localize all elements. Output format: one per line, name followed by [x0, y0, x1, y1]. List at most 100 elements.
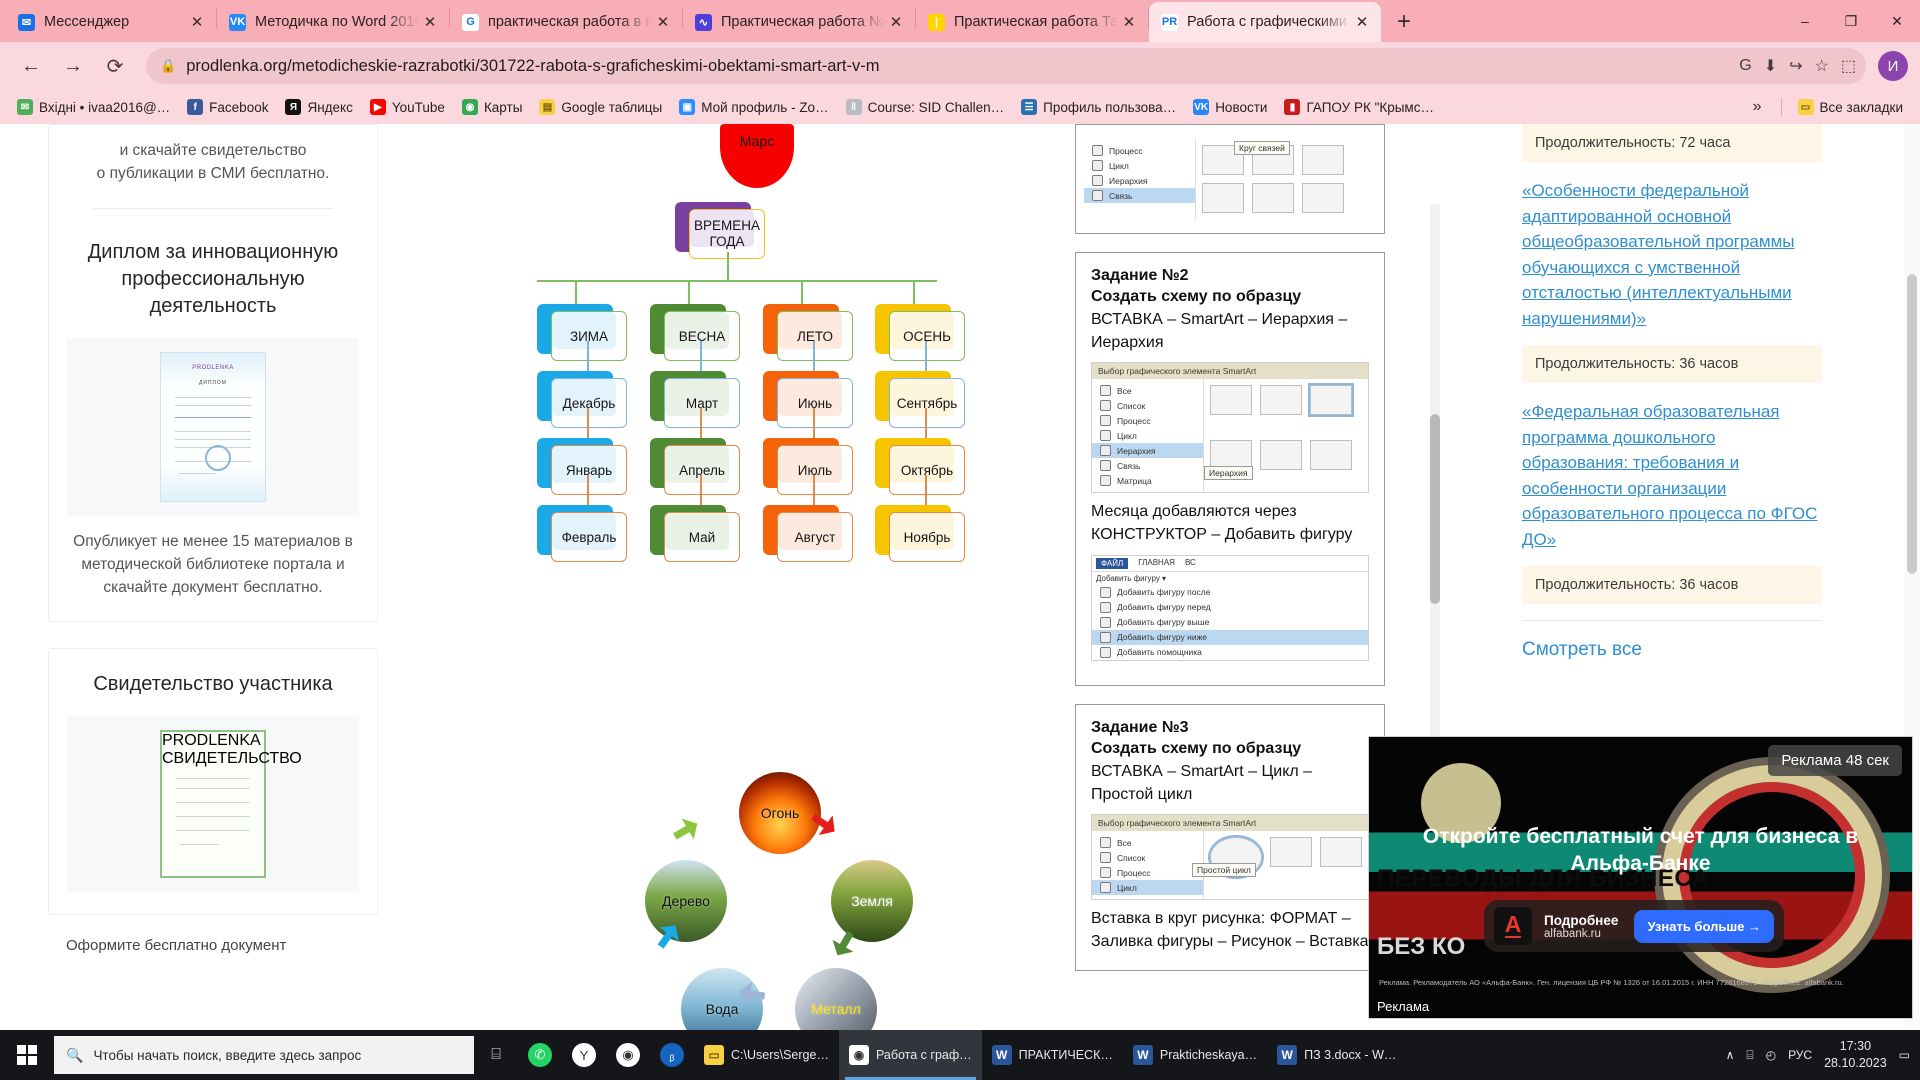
course-link-2[interactable]: «Федеральная образовательная программа д…	[1522, 399, 1822, 552]
ribbon-item-3[interactable]: Добавить фигуру выше	[1092, 615, 1368, 630]
menu-tab-file[interactable]: ФАЙЛ	[1096, 557, 1129, 569]
browser-tab-3[interactable]: Gпрактическая работа в во ✕	[450, 2, 682, 42]
gallery-shape[interactable]	[1260, 439, 1302, 470]
tray-network-icon[interactable]: ◴	[1766, 1048, 1776, 1062]
forward-icon[interactable]: →	[54, 47, 92, 85]
ribbon-item-2[interactable]: Список	[1092, 850, 1203, 865]
downloads-icon[interactable]: ⬇	[1764, 56, 1777, 76]
taskbar-app-5[interactable]: W ПЗ 3.docx - W…	[1267, 1030, 1406, 1080]
maximize-button[interactable]: ❐	[1828, 0, 1874, 42]
bookmarks-overflow-icon[interactable]: »	[1743, 98, 1772, 116]
menu-tab-home[interactable]: ГЛАВНАЯ	[1138, 558, 1175, 569]
browser-tab-2[interactable]: VK Методичка по Word 2016 ✕	[217, 2, 449, 42]
ribbon-item-4[interactable]: Цикл	[1092, 428, 1203, 443]
close-tab-icon[interactable]: ✕	[186, 11, 208, 33]
bookmark-4[interactable]: ▶ YouTube	[363, 96, 452, 118]
menu-tab-insert[interactable]: ВС	[1185, 558, 1196, 569]
tray-chevron-icon[interactable]: ∧	[1726, 1048, 1735, 1062]
gallery-shape[interactable]	[1320, 837, 1362, 868]
ribbon-item-4[interactable]: Связь	[1084, 188, 1195, 203]
browser-tab-1[interactable]: ✉ Мессенджер ✕	[6, 2, 216, 42]
close-tab-icon[interactable]: ✕	[885, 11, 907, 33]
bookmark-9[interactable]: ☰ Профиль пользова…	[1014, 96, 1183, 118]
close-tab-icon[interactable]: ✕	[1351, 11, 1373, 33]
gallery-shape[interactable]	[1210, 385, 1252, 416]
ribbon-item-4[interactable]: Цикл	[1092, 880, 1203, 896]
start-button[interactable]	[0, 1030, 54, 1080]
browser-tab-5[interactable]: | Практическая работа Таб ✕	[916, 2, 1148, 42]
back-icon[interactable]: ←	[12, 47, 50, 85]
extensions-icon[interactable]: ⬚	[1841, 56, 1856, 76]
ribbon-item-1[interactable]: Добавить фигуру после	[1092, 585, 1368, 600]
ribbon-item-1[interactable]: Все	[1092, 383, 1203, 398]
taskbar-app-4[interactable]: W Prakticheskaya…	[1123, 1030, 1267, 1080]
ribbon-item-7[interactable]: Матрица	[1092, 473, 1203, 488]
gallery-shape-selected[interactable]	[1308, 383, 1354, 418]
bookmark-5[interactable]: ◉ Карты	[455, 96, 529, 118]
minimize-button[interactable]: –	[1782, 0, 1828, 42]
google-lens-icon[interactable]: G	[1739, 57, 1751, 75]
see-all-link[interactable]: Смотреть все	[1522, 620, 1822, 661]
ribbon-item-1[interactable]: Процесс	[1084, 143, 1195, 158]
gallery-shape[interactable]	[1252, 183, 1294, 213]
ribbon-item-3[interactable]: Процесс	[1092, 413, 1203, 428]
bookmark-2[interactable]: f Facebook	[180, 96, 275, 118]
course-link-1[interactable]: «Особенности федеральной адаптированной …	[1522, 178, 1822, 331]
browser-tab-6[interactable]: PR Работа с графическими о ✕	[1149, 2, 1381, 42]
ribbon-item-1[interactable]: Все	[1092, 835, 1203, 850]
avatar[interactable]: И	[1878, 51, 1908, 81]
gallery-shape[interactable]	[1302, 145, 1344, 175]
gallery-shape[interactable]	[1302, 183, 1344, 213]
task-view-icon[interactable]: ⌸	[474, 1030, 518, 1080]
bookmark-3[interactable]: Я Яндекс	[278, 96, 359, 118]
close-window-button[interactable]: ✕	[1874, 0, 1920, 42]
all-bookmarks-button[interactable]: ▭ Все закладки	[1791, 96, 1910, 118]
gallery-shape[interactable]	[1260, 385, 1302, 416]
bookmark-star-icon[interactable]: ☆	[1815, 56, 1829, 76]
ribbon-item-5[interactable]: Добавить помощника	[1092, 645, 1368, 660]
bookmark-10[interactable]: VK Новости	[1186, 96, 1274, 118]
ribbon-item-2[interactable]: Цикл	[1084, 158, 1195, 173]
close-tab-icon[interactable]: ✕	[652, 11, 674, 33]
taskbar-app-2[interactable]: ◉ Работа с граф…	[838, 1030, 982, 1080]
gallery-shape[interactable]	[1270, 837, 1312, 868]
clock[interactable]: 17:30 28.10.2023	[1824, 1038, 1887, 1072]
bookmark-7[interactable]: ▣ Мой профиль - Zo…	[672, 96, 835, 118]
taskbar-app-3[interactable]: W ПРАКТИЧЕСК…	[982, 1030, 1123, 1080]
language-indicator[interactable]: РУС	[1788, 1048, 1812, 1062]
gallery-shape[interactable]	[1210, 439, 1252, 470]
tray-onedrive-icon[interactable]: ⌸	[1746, 1048, 1753, 1063]
bookmark-1[interactable]: ✉ Вхідні • ivaa2016@…	[10, 96, 177, 118]
advertisement-overlay[interactable]: ПЕРЕВОДЫ ДЛЯ БИЗНЕСА БЕЗ КО Откройте бес…	[1368, 736, 1913, 1019]
document-scroll-thumb[interactable]	[1430, 414, 1440, 604]
ribbon-item-2[interactable]: Добавить фигуру перед	[1092, 600, 1368, 615]
reload-icon[interactable]: ⟳	[96, 47, 134, 85]
page-scroll-thumb[interactable]	[1907, 274, 1917, 574]
close-tab-icon[interactable]: ✕	[419, 11, 441, 33]
document-scrollbar[interactable]	[1430, 204, 1440, 824]
ad-cta-panel[interactable]: A Подробнее alfabank.ru Узнать больше →	[1484, 900, 1784, 952]
gallery-shape[interactable]	[1202, 183, 1244, 213]
new-tab-button[interactable]: +	[1387, 5, 1421, 39]
taskbar-app-1[interactable]: ▭ C:\Users\Serge…	[694, 1030, 839, 1080]
whatsapp-icon[interactable]: ✆	[518, 1030, 562, 1080]
ad-cta-button[interactable]: Узнать больше →	[1634, 909, 1774, 943]
ribbon-item-4[interactable]: Добавить фигуру ниже	[1092, 629, 1368, 645]
bluetooth-icon[interactable]: ᵦ	[650, 1030, 694, 1080]
share-icon[interactable]: ↪	[1789, 56, 1802, 76]
ribbon-item-3[interactable]: Иерархия	[1084, 173, 1195, 188]
bookmark-11[interactable]: ▮ ГАПОУ РК "Крымс…	[1277, 96, 1441, 118]
ribbon-item-6[interactable]: Связь	[1092, 458, 1203, 473]
add-shape-button[interactable]: Добавить фигуру ▾	[1092, 570, 1368, 585]
ribbon-item-5[interactable]: Иерархия	[1092, 443, 1203, 459]
notification-center-icon[interactable]: ▭	[1899, 1048, 1910, 1062]
browser-tab-4[interactable]: ∿ Практическая работа №8 ✕	[683, 2, 915, 42]
gallery-shape[interactable]	[1310, 439, 1352, 470]
address-bar[interactable]: 🔒 prodlenka.org/metodicheskie-razrabotki…	[146, 48, 1866, 84]
ribbon-item-3[interactable]: Процесс	[1092, 865, 1203, 880]
ribbon-item-2[interactable]: Список	[1092, 398, 1203, 413]
taskbar-search[interactable]: 🔍 Чтобы начать поиск, введите здесь запр…	[54, 1036, 474, 1074]
yandex-icon[interactable]: Y	[562, 1030, 606, 1080]
chrome-icon[interactable]: ◉	[606, 1030, 650, 1080]
bookmark-6[interactable]: ▤ Google таблицы	[532, 96, 669, 118]
